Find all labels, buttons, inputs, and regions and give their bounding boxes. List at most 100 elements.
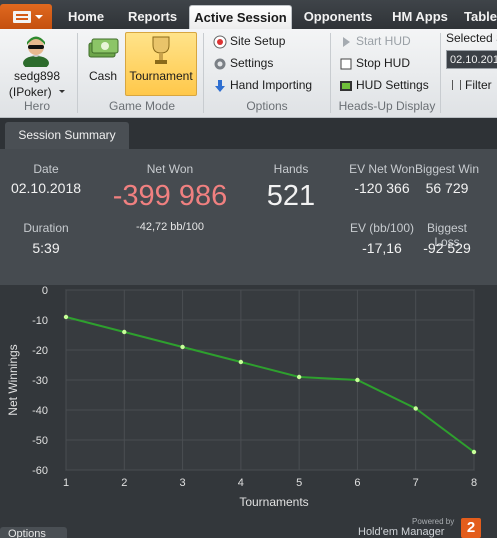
app-menu-button[interactable] (0, 4, 52, 29)
app-menu-icon (13, 11, 31, 23)
gear-icon (214, 58, 226, 70)
y-tick-label: 0 (42, 285, 48, 297)
hand-importing-label: Hand Importing (230, 78, 313, 92)
stop-hud-label: Stop HUD (356, 56, 411, 70)
hero-avatar-icon (23, 36, 49, 67)
filter-icon (452, 79, 461, 90)
selected-session-label: Selected S (446, 31, 497, 45)
tab-reports[interactable]: Reports (120, 5, 185, 29)
start-hud-label: Start HUD (356, 34, 411, 48)
x-tick-label: 5 (296, 477, 302, 489)
hands-label: Hands (273, 162, 309, 176)
play-icon (343, 36, 350, 47)
ribbon-divider (330, 33, 331, 113)
game-mode-group-label: Game Mode (108, 99, 176, 113)
x-tick-label: 2 (121, 477, 127, 489)
hand-importing-button[interactable]: Hand Importing (213, 75, 312, 96)
cash-mode-label: Cash (88, 69, 117, 83)
y-tick-label: -10 (32, 315, 48, 327)
data-point (180, 344, 185, 350)
y-tick-label: -30 (32, 375, 48, 387)
tab-table[interactable]: Table (464, 5, 497, 29)
cash-icon (88, 38, 119, 58)
tournament-mode-button[interactable]: Tournament (125, 32, 197, 96)
net-winnings-chart: 0 -10 -20 -30 -40 -50 -60 1 2 3 4 5 6 7 8 Tournaments Ne… (6, 285, 477, 509)
ev-net-won-value: -120 366 (354, 180, 410, 196)
session-summary-panel: Session Summary Date 02.10.2018 Duration… (0, 118, 497, 285)
ribbon-panel: sedg898 (IPoker) Hero Cash Tournament Ga… (0, 29, 497, 118)
net-won-bb-value: -42,72 bb/100 (136, 221, 204, 233)
x-tick-label: 8 (471, 477, 477, 489)
site-setup-icon (213, 35, 227, 49)
ribbon-divider (440, 33, 441, 113)
powered-by-label: Powered by (412, 517, 455, 526)
brand-logo: 2 (461, 518, 481, 538)
y-tick-label: -60 (32, 465, 48, 477)
biggest-loss-value: -92 529 (423, 240, 471, 256)
hud-settings-icon (340, 80, 352, 91)
hero-name: sedg898 (13, 69, 61, 83)
hero-site: (IPoker) (8, 85, 52, 99)
session-summary-tab[interactable]: Session Summary (5, 122, 129, 149)
session-date-field[interactable]: 02.10.201 (446, 50, 497, 69)
session-summary-body: Date 02.10.2018 Duration 5:39 Net Won -3… (0, 149, 497, 285)
filter-button[interactable]: Filter (452, 75, 492, 95)
tab-active-session[interactable]: Active Session (189, 5, 292, 29)
hud-settings-button[interactable]: HUD Settings (339, 75, 429, 96)
x-tick-label: 4 (238, 477, 244, 489)
holdem-manager-window: Home Reports Active Session Opponents HM… (0, 0, 497, 538)
date-value: 02.10.2018 (10, 180, 82, 196)
start-hud-button[interactable]: Start HUD (339, 31, 411, 52)
ev-bb-value: -17,16 (362, 240, 402, 256)
brand-label: Hold'em Manager (358, 526, 445, 538)
settings-button[interactable]: Settings (213, 53, 273, 74)
tab-opponents[interactable]: Opponents (298, 5, 378, 29)
net-won-label: Net Won (146, 162, 194, 176)
site-setup-label: Site Setup (230, 34, 286, 48)
hud-group-label: Heads-Up Display (338, 99, 436, 113)
duration-value: 5:39 (32, 240, 60, 256)
stop-icon (340, 58, 352, 70)
hero-group-label: Hero (23, 99, 50, 113)
data-point (296, 374, 302, 380)
y-tick-label: -50 (32, 435, 48, 447)
data-point (413, 406, 418, 411)
hero-selector[interactable]: sedg898 (IPoker) (4, 31, 70, 99)
stop-hud-button[interactable]: Stop HUD (339, 53, 410, 74)
x-tick-label: 3 (180, 477, 186, 489)
duration-label: Duration (23, 221, 69, 235)
tab-hm-apps[interactable]: HM Apps (385, 5, 455, 29)
biggest-win-label: Biggest Win (414, 162, 480, 176)
ev-net-won-label: EV Net Won (349, 162, 415, 176)
date-label: Date (33, 162, 59, 176)
caret-down-icon (35, 15, 43, 19)
ribbon-divider (77, 33, 78, 113)
import-arrow-icon (215, 79, 225, 92)
filter-label: Filter (465, 78, 492, 92)
x-axis-label: Tournaments (239, 495, 308, 509)
settings-label: Settings (230, 56, 274, 70)
options-tab[interactable]: Options (0, 527, 67, 538)
y-tick-label: -20 (32, 345, 48, 357)
biggest-win-value: 56 729 (425, 180, 469, 196)
net-winnings-chart-area: 0 -10 -20 -30 -40 -50 -60 1 2 3 4 5 6 7 8 Tournaments Ne… (0, 285, 497, 538)
cash-mode-button[interactable]: Cash (84, 33, 122, 93)
site-setup-button[interactable]: Site Setup (213, 31, 285, 52)
chevron-down-icon (59, 90, 66, 94)
data-point (355, 377, 360, 383)
y-tick-label: -40 (32, 405, 48, 417)
y-axis-label: Net Winnings (6, 344, 20, 415)
data-point (471, 449, 477, 455)
ribbon-tab-bar: Home Reports Active Session Opponents HM… (0, 0, 497, 29)
tournament-mode-label: Tournament (129, 69, 193, 83)
x-tick-label: 6 (354, 477, 360, 489)
x-tick-label: 1 (63, 477, 69, 489)
options-group-label: Options (246, 99, 288, 113)
data-point (63, 314, 69, 320)
data-point (122, 329, 127, 335)
ribbon-divider (203, 33, 204, 113)
hands-value: 521 (266, 180, 316, 212)
hud-settings-label: HUD Settings (356, 78, 429, 92)
x-tick-label: 7 (413, 477, 419, 489)
tab-home[interactable]: Home (58, 5, 114, 29)
